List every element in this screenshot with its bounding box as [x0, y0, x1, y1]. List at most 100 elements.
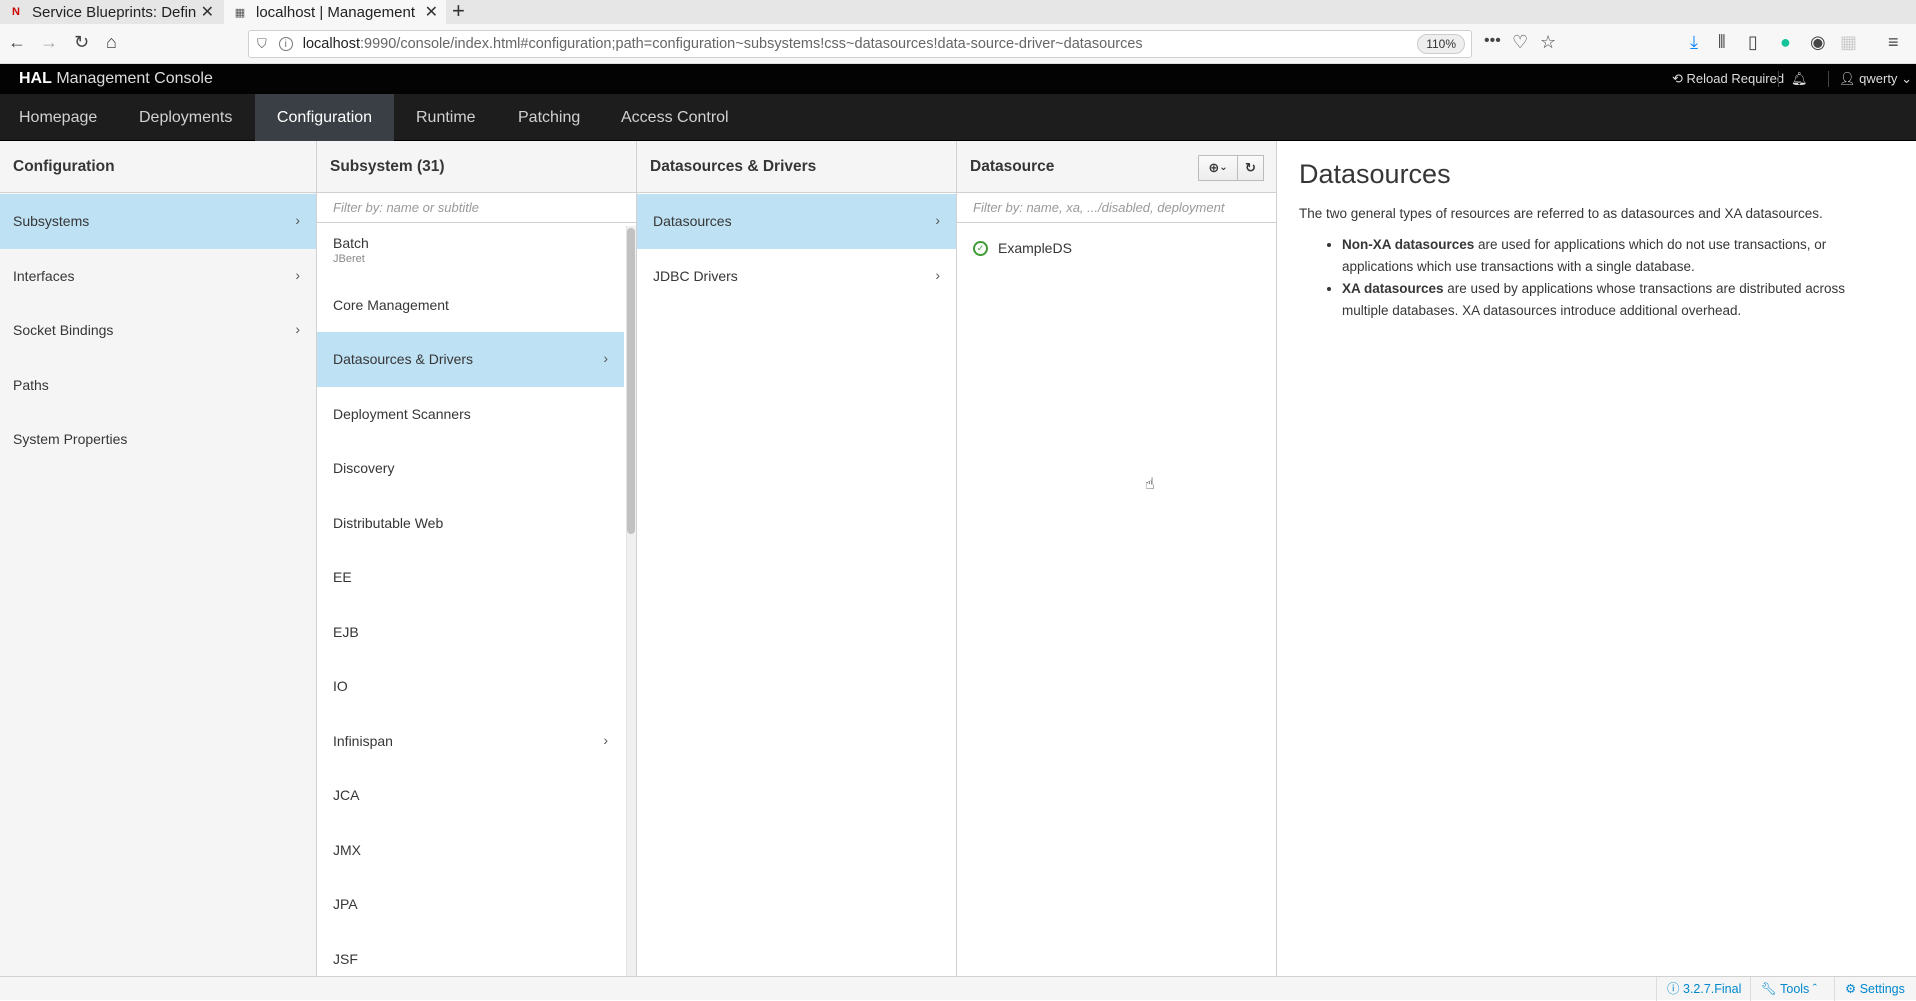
browser-tab-service-blueprints[interactable]: N Service Blueprints: Defin ✕ — [0, 0, 222, 24]
ok-check-icon: ✓ — [973, 240, 988, 256]
library-icon[interactable]: ⫴ — [1718, 32, 1726, 53]
info-icon[interactable]: i — [278, 37, 293, 51]
chevron-down-icon: ⌄ — [1219, 162, 1228, 173]
chevron-down-icon: ⌄ — [1901, 71, 1912, 86]
brand-logo[interactable]: HAL Management Console — [19, 70, 213, 88]
list-item[interactable]: Core Management — [317, 278, 624, 333]
preview-intro: The two general types of resources are r… — [1299, 206, 1823, 221]
bookmark-star-icon[interactable]: ☆ — [1540, 32, 1556, 53]
list-item[interactable]: JSF — [317, 932, 624, 977]
settings-link[interactable]: ⚙ Settings — [1834, 977, 1916, 1001]
url-text: localhost:9990/console/index.html#config… — [302, 36, 1143, 52]
config-item-paths[interactable]: Paths — [0, 358, 316, 413]
list-item-datasources-drivers[interactable]: Datasources & Drivers › — [317, 332, 624, 387]
refresh-icon: ↻ — [1245, 160, 1256, 175]
config-item-subsystems[interactable]: Subsystems › — [0, 194, 316, 249]
chevron-right-icon: › — [603, 350, 608, 367]
list-item[interactable]: JPA — [317, 877, 624, 932]
new-tab-icon[interactable]: + — [452, 0, 465, 24]
datasource-filter-input[interactable]: Filter by: name, xa, .../disabled, deplo… — [957, 193, 1276, 223]
datasources-drivers-column: Datasources & Drivers Datasources › JDBC… — [637, 141, 957, 976]
browser-tab-title: Service Blueprints: Defin — [32, 3, 197, 21]
download-icon[interactable]: ⤓ — [1690, 32, 1698, 53]
version-link[interactable]: ⓘ 3.2.7.Final — [1656, 977, 1748, 1001]
zoom-level-badge[interactable]: 110% — [1417, 34, 1465, 54]
list-item-datasources[interactable]: Datasources › — [637, 194, 956, 249]
list-item[interactable]: JMX — [317, 823, 624, 878]
chevron-right-icon: › — [295, 212, 300, 229]
chevron-right-icon: › — [295, 321, 300, 338]
url-bar[interactable]: ⛉ i localhost:9990/console/index.html#co… — [248, 30, 1472, 58]
chevron-right-icon: › — [295, 266, 300, 283]
list-item-batch[interactable]: Batch JBeret — [317, 223, 624, 278]
list-item[interactable]: Discovery — [317, 441, 624, 496]
page-favicon-icon: ▦ — [234, 6, 246, 19]
tools-menu[interactable]: 🔧︎ Tools ˆ — [1750, 977, 1832, 1001]
config-item-system-properties[interactable]: System Properties — [0, 412, 316, 467]
gears-icon: ⚙ — [1845, 982, 1857, 996]
nav-patching[interactable]: Patching — [518, 94, 580, 141]
chevron-up-icon: ˆ — [1812, 982, 1817, 996]
list-item: XA datasources are used by applications … — [1342, 278, 1894, 322]
browser-tab-title: localhost | Management — [256, 3, 415, 21]
info-circle-icon: ⓘ — [1667, 982, 1680, 996]
sidebar-icon[interactable]: ▯ — [1748, 32, 1758, 53]
list-item-jdbc-drivers[interactable]: JDBC Drivers › — [637, 249, 956, 304]
nav-deployments[interactable]: Deployments — [139, 94, 232, 141]
add-circle-icon: ⊕ — [1208, 160, 1220, 175]
config-item-socket-bindings[interactable]: Socket Bindings › — [0, 303, 316, 358]
subsystem-list: Batch JBeret Core Management Datasources… — [317, 223, 636, 976]
grammarly-icon[interactable]: ● — [1780, 32, 1791, 53]
reload-icon: ⟲ — [1672, 71, 1683, 86]
nav-configuration[interactable]: Configuration — [255, 94, 394, 141]
footer: ⓘ 3.2.7.Final 🔧︎ Tools ˆ ⚙ Settings — [0, 976, 1916, 1001]
list-item[interactable]: JCA — [317, 768, 624, 823]
reload-required-link[interactable]: ⟲ Reload Required — [1672, 71, 1784, 87]
nav-access-control[interactable]: Access Control — [621, 94, 729, 141]
column-title: Subsystem (31) — [317, 141, 636, 193]
list-item[interactable]: Distributable Web — [317, 496, 624, 551]
refresh-button[interactable]: ↻ — [1238, 155, 1264, 181]
preview-title: Datasources — [1299, 159, 1451, 189]
menu-hamburger-icon[interactable]: ≡ — [1888, 32, 1899, 53]
user-icon: 👤︎ — [1839, 71, 1856, 86]
notifications-bell-icon[interactable]: 🔔︎ — [1778, 71, 1808, 87]
browser-tab-bar: N Service Blueprints: Defin ✕ ▦ localhos… — [0, 0, 1916, 24]
pocket-icon[interactable]: ♡ — [1512, 32, 1528, 53]
browser-tab-management[interactable]: ▦ localhost | Management ✕ — [224, 0, 446, 24]
account-icon[interactable]: ◉ — [1810, 32, 1826, 53]
add-datasource-button[interactable]: ⊕ ⌄ — [1198, 155, 1238, 181]
list-item: Non-XA datasources are used for applicat… — [1342, 234, 1894, 278]
column-title: Datasources & Drivers — [637, 141, 956, 193]
list-item[interactable]: IO — [317, 659, 624, 714]
list-item[interactable]: Deployment Scanners — [317, 387, 624, 442]
datasource-column: Datasource ⊕ ⌄ ↻ Filter by: name, xa, ...… — [957, 141, 1277, 976]
nav-runtime[interactable]: Runtime — [416, 94, 476, 141]
reload-icon[interactable]: ↻ — [74, 32, 89, 53]
user-menu[interactable]: 👤︎ qwerty ⌄ — [1828, 71, 1912, 87]
close-tab-icon[interactable]: ✕ — [425, 2, 438, 22]
forward-arrow-icon[interactable]: → — [40, 32, 58, 53]
list-item-exampleds[interactable]: ✓ ExampleDS — [957, 223, 1276, 273]
preview-bullets: Non-XA datasources are used for applicat… — [1342, 234, 1894, 322]
column-title: Datasource — [970, 158, 1055, 175]
preview-pane: Datasources The two general types of res… — [1277, 141, 1916, 976]
subsystem-scrollbar-thumb[interactable] — [627, 228, 635, 534]
back-arrow-icon[interactable]: ← — [8, 32, 26, 53]
close-tab-icon[interactable]: ✕ — [201, 2, 214, 22]
configuration-column: Configuration Subsystems › Interfaces › … — [0, 141, 317, 976]
hal-header: HAL Management Console ⟲ Reload Required… — [0, 64, 1916, 94]
home-icon[interactable]: ⌂ — [106, 32, 117, 53]
extension-icon[interactable]: ▦ — [1840, 32, 1857, 53]
hand-cursor-icon: ☝ — [1145, 476, 1155, 493]
list-item[interactable]: EE — [317, 550, 624, 605]
browser-toolbar: ← → ↻ ⌂ ⛉ i localhost:9990/console/index… — [0, 24, 1916, 64]
chevron-right-icon: › — [603, 731, 608, 748]
shield-icon[interactable]: ⛉ — [257, 36, 267, 52]
subsystem-filter-input[interactable]: Filter by: name or subtitle — [317, 193, 636, 223]
list-item[interactable]: EJB — [317, 605, 624, 660]
list-item-infinispan[interactable]: Infinispan › — [317, 714, 624, 769]
config-item-interfaces[interactable]: Interfaces › — [0, 249, 316, 304]
more-dots-icon[interactable]: ••• — [1484, 32, 1501, 50]
nav-homepage[interactable]: Homepage — [19, 94, 97, 141]
